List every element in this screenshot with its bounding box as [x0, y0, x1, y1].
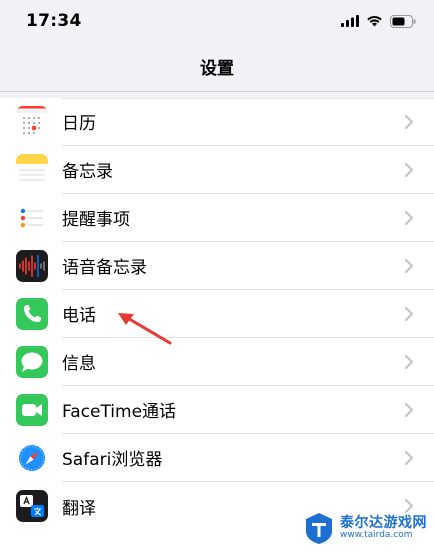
- phone-icon: [16, 298, 48, 330]
- chevron-right-icon: [405, 210, 413, 225]
- navigation-bar: 设置: [0, 42, 434, 92]
- status-icons: [341, 14, 416, 28]
- settings-row-label: FaceTime通话: [62, 402, 177, 422]
- settings-row-calendar[interactable]: 日历: [0, 98, 434, 146]
- chevron-right-icon: [405, 402, 413, 417]
- settings-row-label: 备忘录: [62, 162, 113, 182]
- settings-row-label: 电话: [62, 306, 96, 326]
- messages-icon: [16, 346, 48, 378]
- settings-row-label: 提醒事项: [62, 210, 130, 230]
- settings-row-voice-memos[interactable]: 语音备忘录: [0, 242, 434, 290]
- settings-row-messages[interactable]: 信息: [0, 338, 434, 386]
- settings-row-facetime[interactable]: FaceTime通话: [0, 386, 434, 434]
- watermark-title: 泰尔达游戏网: [340, 514, 427, 531]
- facetime-icon: [16, 394, 48, 426]
- voice-memos-icon: [16, 250, 48, 282]
- status-time: 17:34: [26, 11, 82, 31]
- settings-row-content: 提醒事项: [62, 194, 434, 242]
- battery-icon: [390, 14, 416, 28]
- chevron-right-icon: [405, 450, 413, 465]
- page-title: 设置: [200, 59, 234, 79]
- chevron-right-icon: [405, 162, 413, 177]
- chevron-right-icon: [405, 306, 413, 321]
- settings-row-phone[interactable]: 电话: [0, 290, 434, 338]
- chevron-right-icon: [405, 258, 413, 273]
- settings-list[interactable]: 日历 备忘录 提醒事项 语音备忘录 电话 信息 FaceTime通话 Safar…: [0, 98, 434, 551]
- settings-row-content: 电话: [62, 290, 434, 338]
- settings-row-content: 日历: [62, 98, 434, 146]
- settings-row-label: 翻译: [62, 498, 96, 519]
- settings-row-notes[interactable]: 备忘录: [0, 146, 434, 194]
- reminders-icon: [16, 202, 48, 234]
- watermark-url: www.tairda.com: [340, 529, 413, 540]
- settings-row-label: 语音备忘录: [62, 258, 147, 278]
- watermark-text: 泰尔达游戏网 www.tairda.com: [340, 516, 427, 540]
- status-bar: 17:34: [0, 0, 434, 42]
- settings-row-label: 日历: [62, 114, 96, 134]
- settings-row-label: Safari浏览器: [62, 450, 163, 470]
- calendar-icon: [16, 106, 48, 138]
- notes-icon: [16, 154, 48, 186]
- settings-row-content: FaceTime通话: [62, 386, 434, 434]
- settings-row-label: 信息: [62, 354, 96, 374]
- settings-row-reminders[interactable]: 提醒事项: [0, 194, 434, 242]
- settings-row-content: Safari浏览器: [62, 434, 434, 482]
- settings-row-content: 语音备忘录: [62, 242, 434, 290]
- wifi-icon: [367, 16, 382, 27]
- watermark-logo: 泰尔达游戏网 www.tairda.com: [302, 508, 430, 548]
- logo-icon: [306, 513, 332, 544]
- cellular-signal-icon: [341, 15, 359, 27]
- safari-icon: [16, 442, 48, 474]
- settings-row-content: 备忘录: [62, 146, 434, 194]
- translate-icon: [16, 490, 48, 522]
- settings-row-safari[interactable]: Safari浏览器: [0, 434, 434, 482]
- settings-row-content: 信息: [62, 338, 434, 386]
- chevron-right-icon: [405, 114, 413, 129]
- chevron-right-icon: [405, 354, 413, 369]
